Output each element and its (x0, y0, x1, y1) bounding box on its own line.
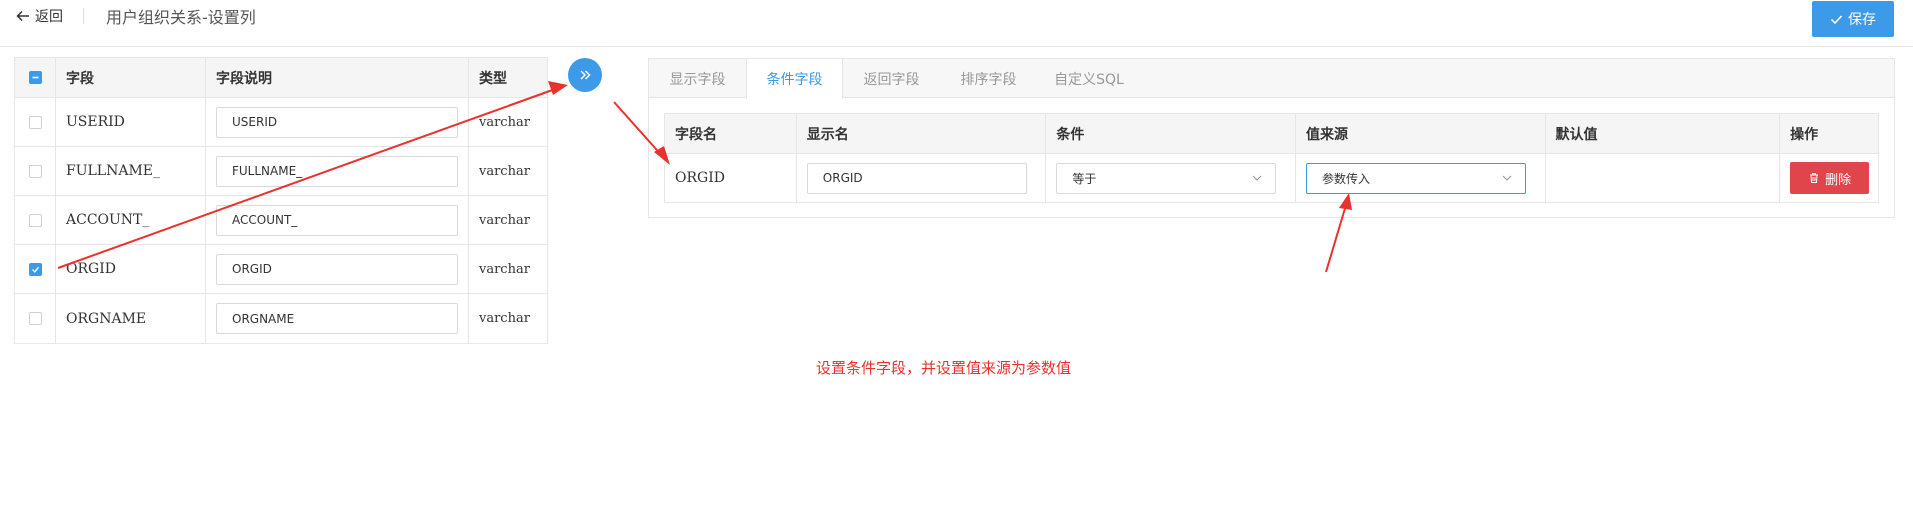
move-right-button[interactable] (568, 58, 602, 92)
table-row: ORGID ORGID varchar (15, 245, 547, 294)
value-source-select-value: 参数传入 (1321, 171, 1370, 186)
select-all-cell (15, 58, 56, 97)
field-desc-cell: ORGNAME (206, 294, 469, 343)
field-name: ORGID (56, 245, 206, 293)
column-header-default-value: 默认值 (1546, 114, 1781, 153)
chevron-down-icon (1502, 175, 1512, 181)
field-name: USERID (56, 98, 206, 146)
double-chevron-right-icon (580, 70, 591, 80)
field-desc-cell: ACCOUNT_ (206, 196, 469, 244)
field-type: varchar (479, 311, 530, 326)
page-title: 用户组织关系-设置列 (106, 8, 256, 27)
value-source-cell: 参数传入 (1296, 154, 1546, 202)
condition-table: 字段名 显示名 条件 值来源 默认值 操作 ORGID ORGID 等于 参数传… (664, 113, 1879, 203)
row-checkbox[interactable] (28, 262, 42, 276)
condition-select[interactable]: 等于 (1056, 162, 1277, 194)
table-row: ORGNAME ORGNAME varchar (15, 294, 547, 343)
tab-display-fields[interactable]: 显示字段 (649, 59, 746, 99)
field-desc-input[interactable]: USERID (216, 106, 458, 138)
field-desc-cell: FULLNAME_ (206, 147, 469, 195)
condition-select-value: 等于 (1072, 171, 1097, 186)
tab-condition-fields[interactable]: 条件字段 (746, 59, 843, 99)
save-label: 保存 (1848, 12, 1876, 28)
column-header-condition: 条件 (1046, 114, 1296, 153)
row-checkbox-cell (15, 98, 56, 146)
header-divider (83, 8, 84, 24)
check-icon (31, 266, 39, 273)
row-checkbox[interactable] (28, 115, 42, 129)
tab-return-fields[interactable]: 返回字段 (843, 59, 940, 99)
field-table-header: 字段 字段说明 类型 (15, 58, 547, 98)
field-name: ACCOUNT_ (56, 196, 206, 244)
default-value-cell (1546, 154, 1781, 202)
column-header-actions: 操作 (1790, 126, 1819, 143)
column-header-value-source: 值来源 (1296, 114, 1546, 153)
table-row: ACCOUNT_ ACCOUNT_ varchar (15, 196, 547, 245)
save-button[interactable]: 保存 (1812, 1, 1894, 37)
value-source-select[interactable]: 参数传入 (1305, 162, 1526, 194)
row-checkbox[interactable] (28, 164, 42, 178)
tab-sort-fields[interactable]: 排序字段 (940, 59, 1037, 99)
condition-cell: 等于 (1046, 154, 1296, 202)
annotation-note: 设置条件字段，并设置值来源为参数值 (816, 359, 1072, 377)
select-all-checkbox[interactable] (28, 71, 42, 84)
trash-icon (1810, 173, 1819, 183)
row-checkbox-cell (15, 294, 56, 343)
back-button[interactable]: 返回 (16, 5, 63, 27)
row-checkbox-cell (15, 196, 56, 244)
delete-button[interactable]: 删除 (1790, 162, 1870, 194)
actions-cell: 删除 (1780, 154, 1878, 202)
display-name-cell: ORGID (797, 154, 1047, 202)
config-panel: 显示字段 条件字段 返回字段 排序字段 自定义SQL 字段名 显示名 条件 值来… (648, 58, 1895, 218)
column-header-field-name: 字段名 (665, 114, 797, 153)
field-name: ORGNAME (56, 294, 206, 343)
field-type: varchar (479, 163, 530, 179)
minus-icon (32, 76, 38, 79)
tab-custom-sql[interactable]: 自定义SQL (1037, 59, 1141, 99)
row-checkbox-cell (15, 245, 56, 293)
row-checkbox-cell (15, 147, 56, 195)
arrow-left-icon (16, 10, 29, 22)
field-type: varchar (479, 114, 530, 130)
chevron-down-icon (1252, 175, 1262, 181)
column-header-display-name: 显示名 (797, 114, 1047, 153)
condition-table-header: 字段名 显示名 条件 值来源 默认值 操作 (665, 114, 1878, 154)
field-desc-input[interactable]: ACCOUNT_ (216, 204, 458, 236)
delete-label: 删除 (1825, 172, 1852, 188)
row-checkbox[interactable] (28, 312, 42, 325)
field-name: FULLNAME_ (56, 147, 206, 195)
top-bar: 返回 用户组织关系-设置列 保存 (0, 0, 1913, 47)
field-type: varchar (479, 261, 530, 277)
check-icon (1830, 14, 1843, 24)
field-desc-input[interactable]: FULLNAME_ (216, 155, 458, 187)
field-desc-input[interactable]: ORGNAME (216, 303, 458, 334)
condition-field-name: ORGID (665, 154, 797, 202)
field-table: 字段 字段说明 类型 USERID USERID varchar FULLNAM… (14, 57, 548, 344)
table-row: USERID USERID varchar (15, 98, 547, 147)
back-label: 返回 (35, 9, 63, 25)
field-type: varchar (479, 212, 530, 228)
column-header-type: 类型 (479, 70, 507, 87)
field-desc-cell: USERID (206, 98, 469, 146)
field-desc-input[interactable]: ORGID (216, 253, 458, 285)
table-row: FULLNAME_ FULLNAME_ varchar (15, 147, 547, 196)
field-desc-cell: ORGID (206, 245, 469, 293)
table-row: ORGID ORGID 等于 参数传入 删除 (665, 154, 1878, 202)
column-header-field: 字段 (56, 58, 206, 97)
tab-bar: 显示字段 条件字段 返回字段 排序字段 自定义SQL (649, 59, 1894, 99)
row-checkbox[interactable] (28, 213, 42, 227)
display-name-input[interactable]: ORGID (806, 162, 1027, 194)
column-header-desc: 字段说明 (206, 58, 469, 97)
